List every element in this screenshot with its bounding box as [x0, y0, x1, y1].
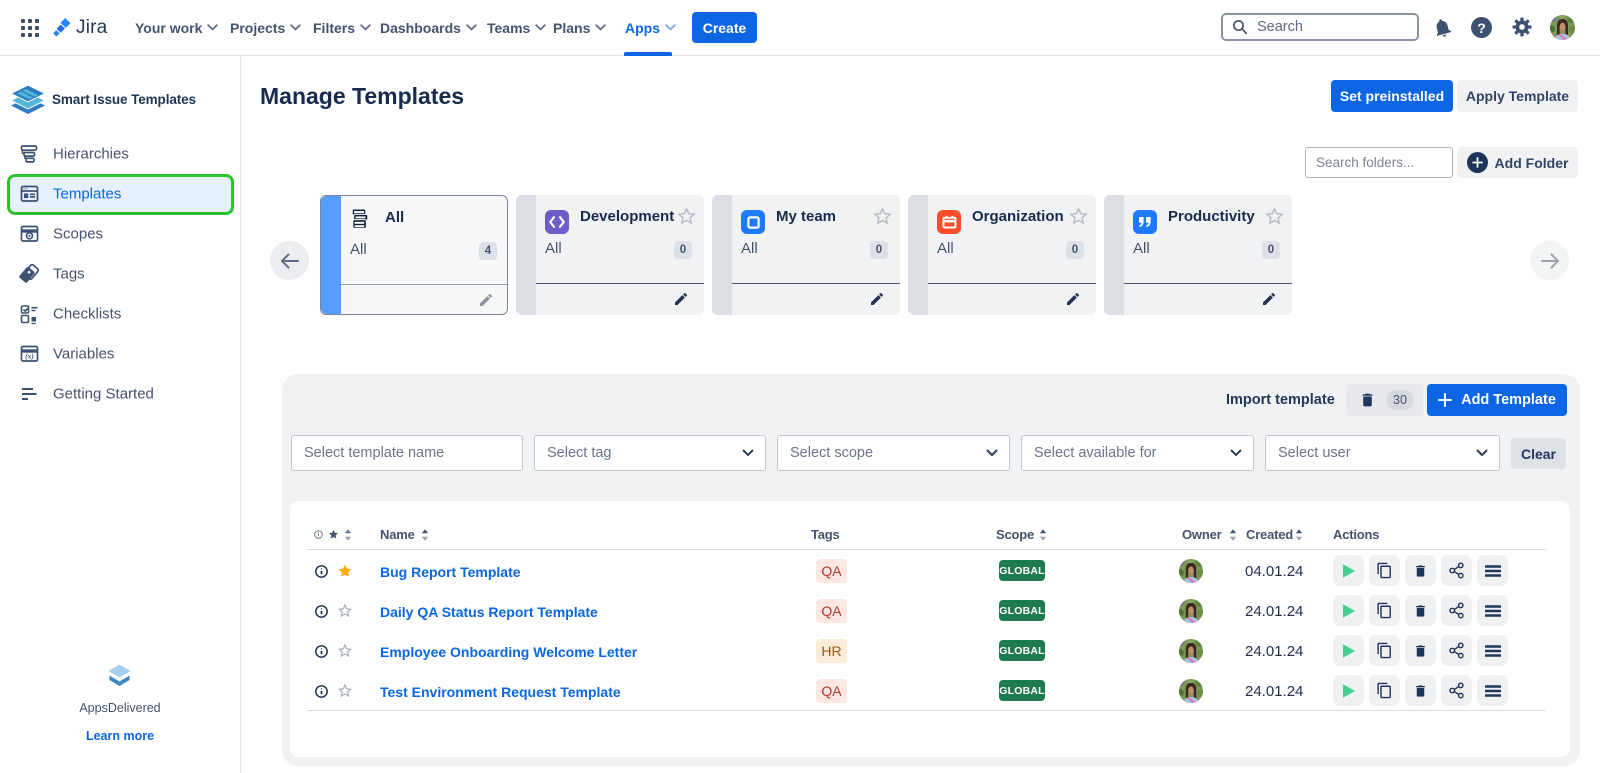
svg-text:(x): (x)	[25, 352, 34, 361]
